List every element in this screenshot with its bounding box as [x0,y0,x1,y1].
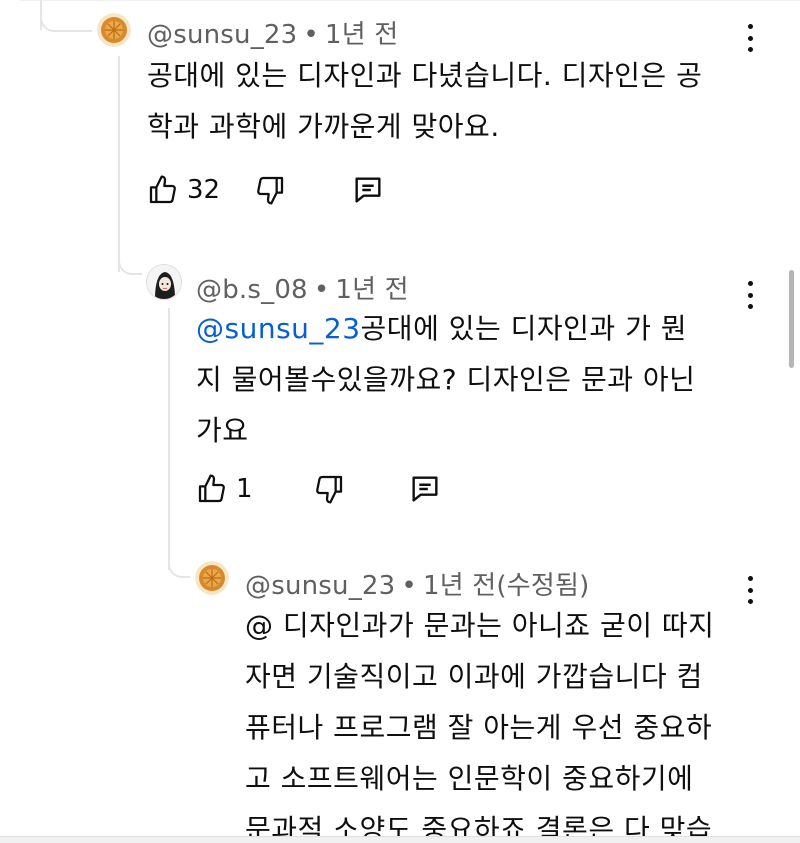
comment-2: @b.s_08 • 1년 전 @sunsu_23공대에 있는 디자인과 가 뭔 지 … [0,250,800,530]
more-vert-icon[interactable] [743,21,757,55]
dislike-icon[interactable] [311,471,347,507]
comment-time[interactable]: 1년 전 [325,20,398,50]
comment-body-line: 퓨터나 프로그램 잘 아는게 우선 중요하 [245,711,713,744]
like-icon[interactable] [194,471,230,507]
avatar[interactable] [97,13,131,47]
comment-body: 공대에 있는 디자인과 다녔습니다. 디자인은 공 학과 과학에 가까운게 맞아… [147,50,702,152]
meta-separator: • [401,571,417,601]
comment-body-line: @ 디자인과가 문과는 아니죠 굳이 따지 [245,609,715,642]
more-vert-icon[interactable] [743,278,757,312]
comment-3: @sunsu_23 • 1년 전(수정됨) @ 디자인과가 문과는 아니죠 굳이 따… [0,558,800,843]
meta-separator: • [303,20,319,50]
bottom-edge [0,836,800,843]
comment-body: @sunsu_23공대에 있는 디자인과 가 뭔 지 물어볼수있을까요? 디자인… [196,303,695,456]
more-vert-icon[interactable] [743,573,757,607]
dislike-icon[interactable] [252,172,288,208]
comment-time[interactable]: 1년 전 [335,275,408,305]
comment-meta: @sunsu_23 • 1년 전 [147,14,398,51]
reply-icon[interactable] [350,172,386,208]
comment-author[interactable]: @b.s_08 [196,275,308,305]
comment-body-text: 공대에 있는 디자인과 가 뭔 [360,312,688,345]
comment-time[interactable]: 1년 전(수정됨) [423,571,590,601]
comment-meta: @sunsu_23 • 1년 전(수정됨) [245,565,589,602]
comment-body-line: 가요 [196,414,249,447]
comment-author[interactable]: @sunsu_23 [245,571,395,601]
scrollbar-thumb[interactable] [789,270,794,368]
comment-body: @ 디자인과가 문과는 아니죠 굳이 따지 자면 기술직이고 이과에 가깝습니다… [245,600,714,843]
like-icon[interactable] [145,172,181,208]
comment-body-line: 고 소프트웨어는 인문학이 중요하기에 [245,762,694,795]
comment-body-line: 지 물어볼수있을까요? 디자인은 문과 아닌 [196,363,696,396]
comment-1: @sunsu_23 • 1년 전 공대에 있는 디자인과 다녔습니다. 디자인은 공… [0,0,800,240]
like-count: 1 [236,474,253,504]
meta-separator: • [313,275,330,305]
comment-actions: 1 [194,471,443,507]
comment-mention-link[interactable]: @sunsu_23 [196,312,361,345]
comment-actions: 32 [145,172,386,208]
comment-body-line: 자면 기술직이고 이과에 가깝습니다 컴 [245,660,703,693]
avatar[interactable] [195,561,229,595]
comment-body-line: 학과 과학에 가까운게 맞아요. [147,110,500,143]
comment-meta: @b.s_08 • 1년 전 [196,269,409,306]
like-count: 32 [187,175,221,205]
comment-author[interactable]: @sunsu_23 [147,20,297,50]
avatar[interactable] [146,264,182,300]
comment-body-line: 공대에 있는 디자인과 다녔습니다. 디자인은 공 [147,59,703,92]
reply-icon[interactable] [407,471,443,507]
comment-body-line: @sunsu_23공대에 있는 디자인과 가 뭔 [196,303,695,354]
